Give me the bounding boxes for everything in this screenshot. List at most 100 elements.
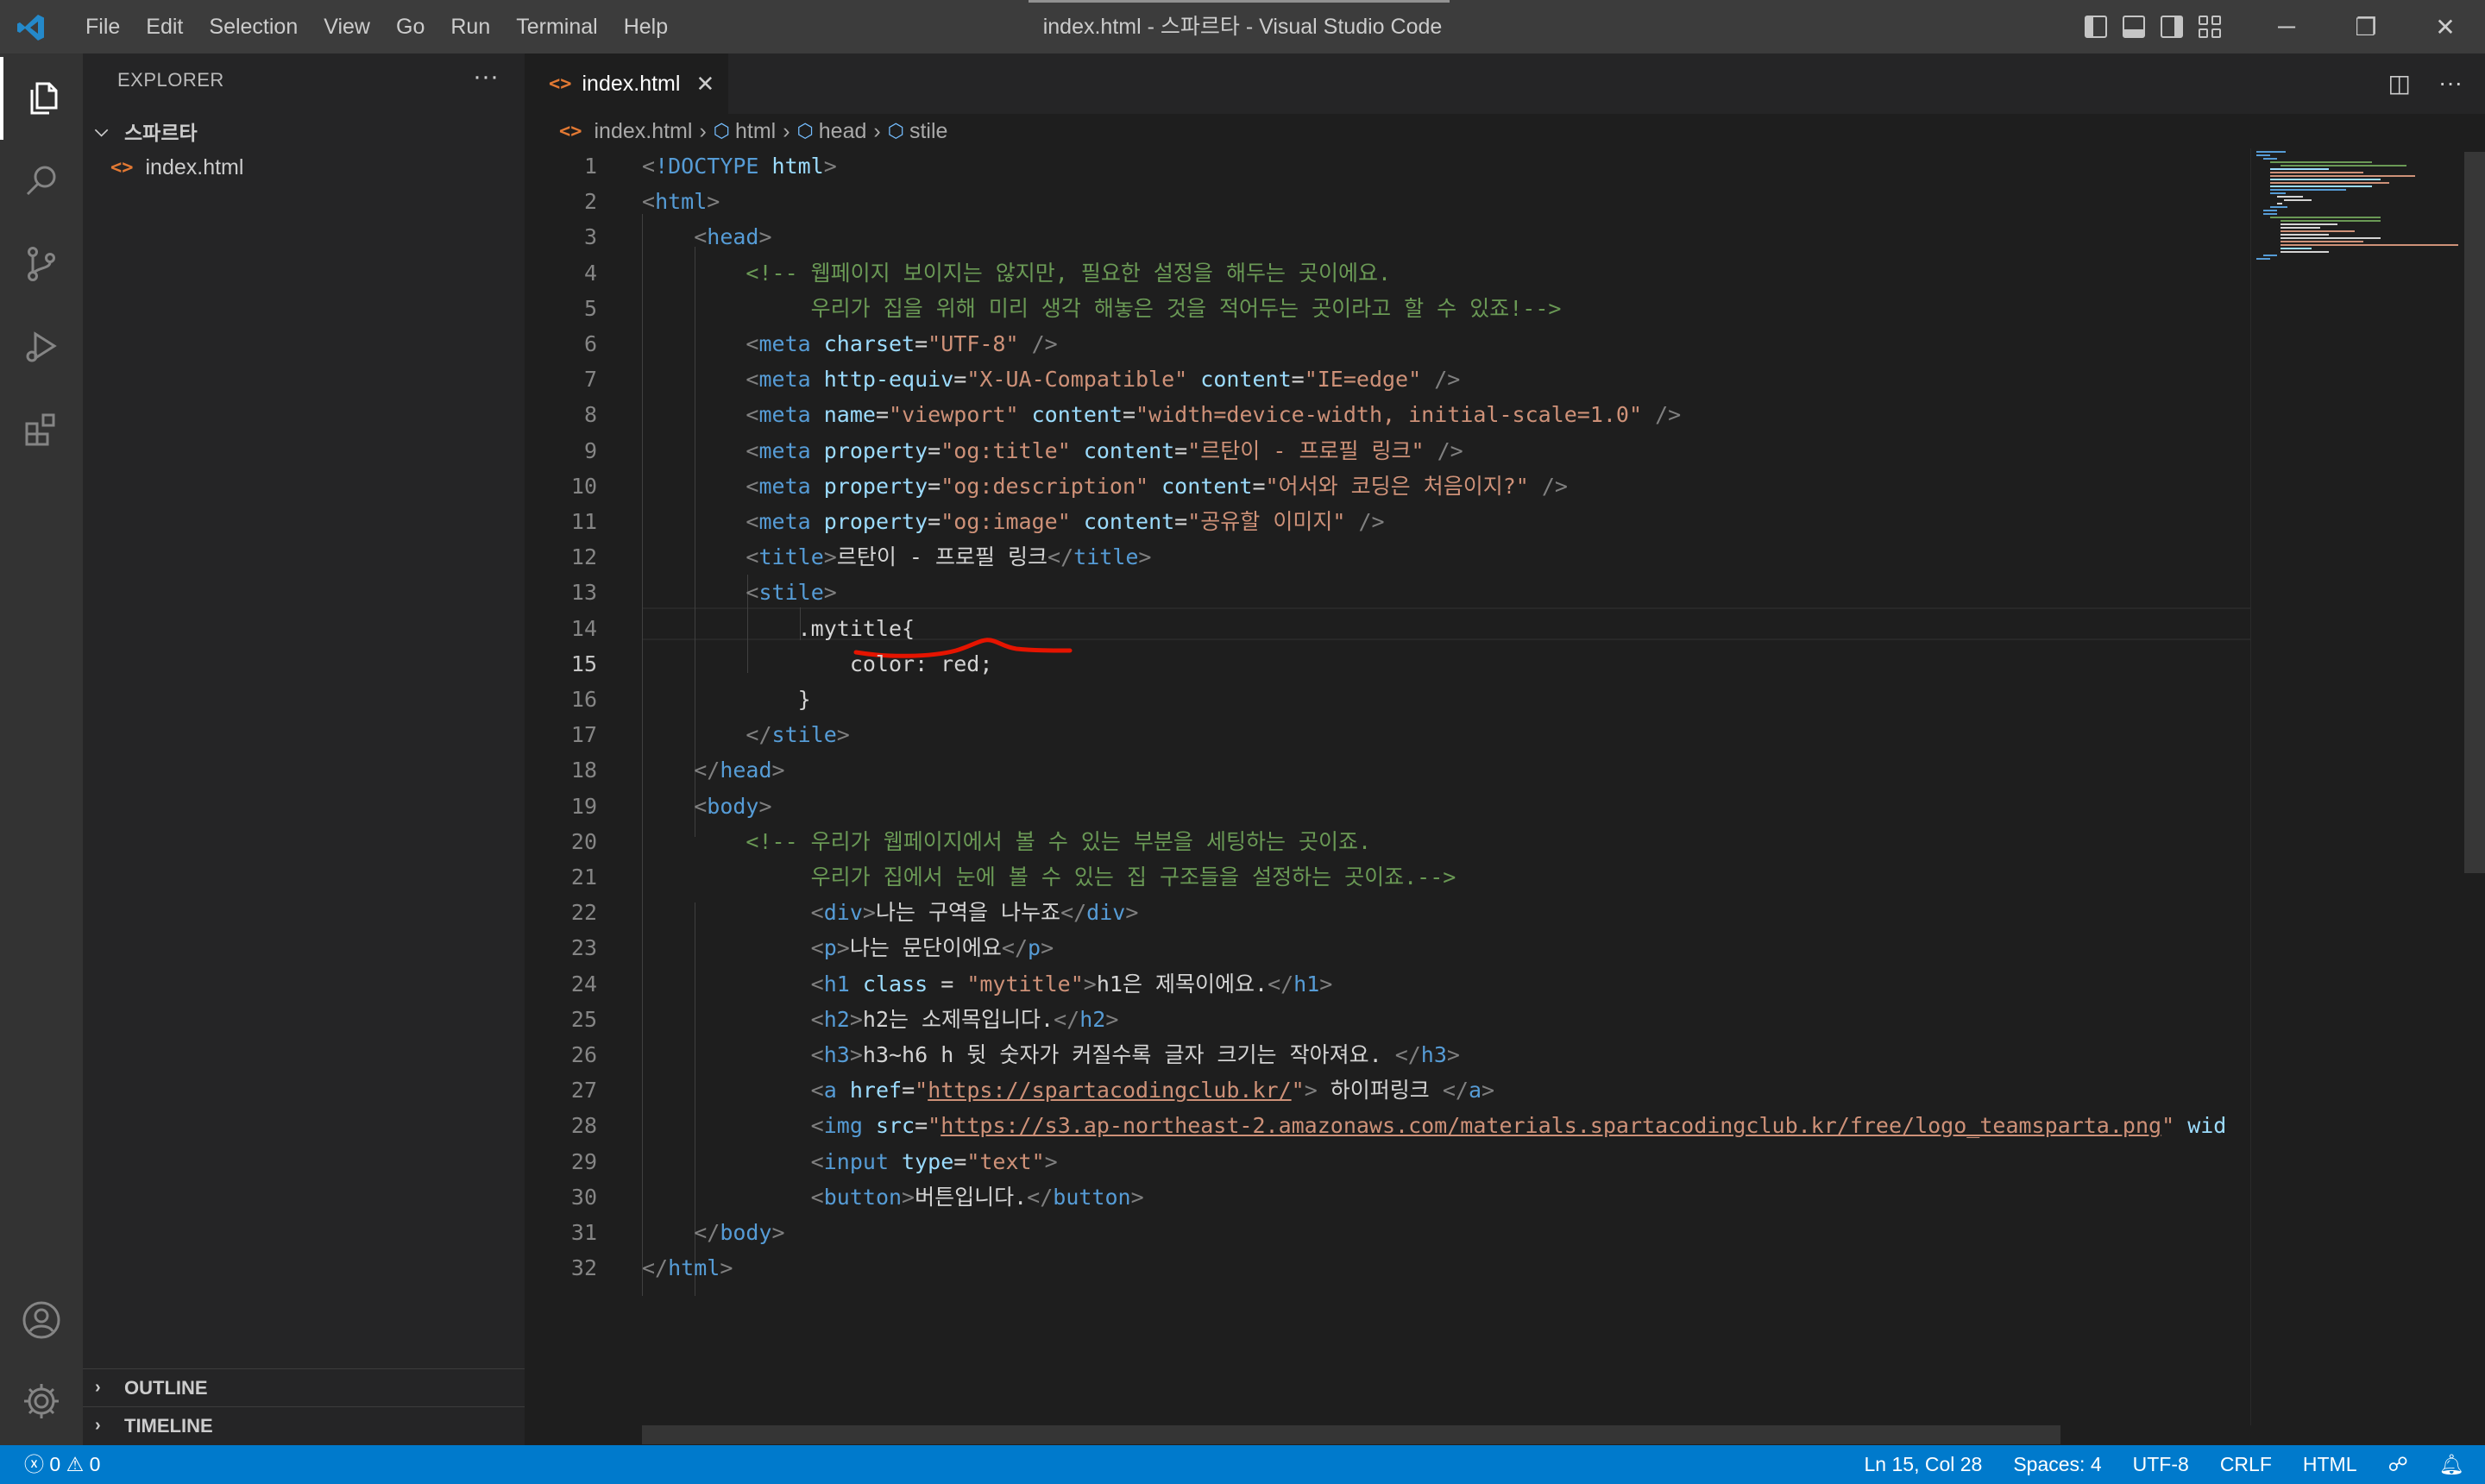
close-icon[interactable]: ✕ — [695, 71, 714, 97]
settings-gear-icon[interactable] — [0, 1360, 83, 1443]
code-text: 우리가 집에서 눈에 볼 수 있는 집 구조들을 설정하는 곳이죠.--> — [642, 861, 1456, 894]
breadcrumb-item[interactable]: html — [735, 119, 776, 144]
code-token: type — [902, 1148, 954, 1174]
code-line[interactable]: 13 <stile> — [525, 576, 2250, 609]
code-line[interactable]: 23 <p>나는 문단이에요</p> — [525, 932, 2250, 965]
more-actions-icon[interactable]: ··· — [2438, 69, 2463, 97]
restore-button[interactable]: ❐ — [2326, 0, 2406, 53]
code-line[interactable]: 17 </stile> — [525, 719, 2250, 751]
menu-help[interactable]: Help — [611, 0, 681, 53]
toggle-panel-icon[interactable] — [2123, 16, 2145, 38]
toggle-primary-sidebar-icon[interactable] — [2085, 16, 2107, 38]
code-token: /> — [1018, 331, 1058, 356]
encoding[interactable]: UTF-8 — [2133, 1453, 2189, 1476]
code-line[interactable]: 20 <!-- 우리가 웹페이지에서 볼 수 있는 부분을 세팅하는 곳이죠. — [525, 826, 2250, 858]
line-ending[interactable]: CRLF — [2220, 1453, 2272, 1476]
menu-go[interactable]: Go — [383, 0, 437, 53]
code-line[interactable]: 9 <meta property="og:title" content="르탄이… — [525, 435, 2250, 468]
breadcrumb-item[interactable]: stile — [909, 119, 947, 144]
notifications-bell-icon[interactable]: 🔔︎ — [2439, 1453, 2464, 1476]
code-line[interactable]: 14 .mytitle{ — [525, 613, 2250, 645]
search-icon[interactable] — [0, 140, 83, 223]
menu-edit[interactable]: Edit — [133, 0, 196, 53]
code-line[interactable]: 18 </head> — [525, 754, 2250, 787]
timeline-section[interactable]: › TIMELINE — [83, 1406, 525, 1444]
code-line[interactable]: 16 } — [525, 683, 2250, 716]
code-line[interactable]: 7 <meta http-equiv="X-UA-Compatible" con… — [525, 363, 2250, 396]
minimize-button[interactable]: ─ — [2247, 0, 2326, 53]
code-line[interactable]: 24 <h1 class = "mytitle">h1은 제목이에요.</h1> — [525, 968, 2250, 1001]
code-token: property — [823, 473, 928, 499]
more-actions-icon[interactable]: ··· — [473, 62, 499, 91]
menu-run[interactable]: Run — [437, 0, 503, 53]
code-line[interactable]: 10 <meta property="og:description" conte… — [525, 470, 2250, 503]
indentation[interactable]: Spaces: 4 — [2013, 1453, 2101, 1476]
line-number: 32 — [570, 1255, 597, 1281]
code-line[interactable]: 25 <h2>h2는 소제목입니다.</h2> — [525, 1003, 2250, 1036]
code-token: a — [1468, 1078, 1482, 1104]
code-line[interactable]: 11 <meta property="og:image" content="공유… — [525, 506, 2250, 538]
code-token: "viewport" — [889, 402, 1019, 428]
code-line[interactable]: 22 <div>나는 구역을 나누죠</div> — [525, 896, 2250, 929]
code-token: </ — [1027, 1184, 1054, 1210]
code-line[interactable]: 15 color: red; — [525, 648, 2250, 681]
code-line[interactable]: 28 <img src="https://s3.ap-northeast-2.a… — [525, 1110, 2250, 1142]
code-line[interactable]: 5 우리가 집을 위해 미리 생각 해놓은 것을 적어두는 곳이라고 할 수 있… — [525, 292, 2250, 325]
code-token: img — [823, 1113, 876, 1139]
explorer-icon[interactable] — [0, 57, 83, 140]
code-line[interactable]: 21 우리가 집에서 눈에 볼 수 있는 집 구조들을 설정하는 곳이죠.--> — [525, 861, 2250, 894]
split-editor-icon[interactable]: ◫ — [2388, 69, 2411, 97]
code-line[interactable]: 29 <input type="text"> — [525, 1146, 2250, 1179]
code-line[interactable]: 12 <title>르탄이 - 프로필 링크</title> — [525, 541, 2250, 574]
breadcrumb: <> index.html › ⬡ html › ⬡ head › ⬡ stil… — [525, 114, 2485, 148]
code-line[interactable]: 2 <html> — [525, 186, 2250, 218]
line-number: 30 — [570, 1184, 597, 1210]
code-editor[interactable]: 1 <!DOCTYPE html> 2 <html> 3 <head> 4 <!-- 웹페… — [525, 148, 2250, 1425]
code-token: } — [642, 687, 811, 712]
menu-terminal[interactable]: Terminal — [503, 0, 610, 53]
menu-selection[interactable]: Selection — [196, 0, 311, 53]
code-token: = — [1291, 367, 1305, 393]
customize-layout-icon[interactable] — [2199, 16, 2221, 38]
vertical-scrollbar[interactable] — [2464, 148, 2485, 1425]
file-item[interactable]: <> index.html — [83, 150, 525, 185]
accounts-icon[interactable] — [0, 1279, 83, 1361]
code-line[interactable]: 19 <body> — [525, 790, 2250, 823]
close-window-button[interactable]: ✕ — [2406, 0, 2485, 53]
minimap[interactable] — [2250, 148, 2464, 1425]
source-control-icon[interactable] — [0, 223, 83, 305]
code-text: <h2>h2는 소제목입니다.</h2> — [642, 1003, 1119, 1036]
code-line[interactable]: 26 <h3>h3~h6 h 뒷 숫자가 커질수록 글자 크기는 작아져요. <… — [525, 1039, 2250, 1072]
code-line[interactable]: 3 <head> — [525, 221, 2250, 254]
horizontal-scrollbar[interactable] — [642, 1425, 2060, 1444]
code-line[interactable]: 8 <meta name="viewport" content="width=d… — [525, 399, 2250, 431]
code-line[interactable]: 27 <a href="https://spartacodingclub.kr/… — [525, 1074, 2250, 1107]
scrollbar-thumb[interactable] — [2464, 152, 2485, 873]
code-line[interactable]: 6 <meta charset="UTF-8" /> — [525, 328, 2250, 361]
code-token: title — [1073, 544, 1139, 570]
run-debug-icon[interactable] — [0, 305, 83, 388]
code-line[interactable]: 4 <!-- 웹페이지 보이지는 않지만, 필요한 설정을 해두는 곳이에요. — [525, 257, 2250, 290]
code-line[interactable]: 31 </body> — [525, 1217, 2250, 1249]
menu-view[interactable]: View — [311, 0, 383, 53]
breadcrumb-item[interactable]: index.html — [595, 119, 693, 144]
language-mode[interactable]: HTML — [2303, 1453, 2357, 1476]
line-number: 6 — [583, 331, 597, 356]
code-line[interactable]: 32 </html> — [525, 1252, 2250, 1285]
folder-row[interactable]: ⌵ 스파르타 — [83, 114, 525, 148]
problems-status[interactable]: ⓧ 0 ⚠ 0 — [24, 1445, 100, 1484]
menu-file[interactable]: File — [72, 0, 133, 53]
extensions-icon[interactable] — [0, 388, 83, 471]
code-line[interactable]: 30 <button>버튼입니다.</button> — [525, 1181, 2250, 1214]
tab-index-html[interactable]: <> index.html ✕ — [525, 53, 728, 114]
code-line[interactable]: 1 <!DOCTYPE html> — [525, 150, 2250, 183]
toggle-secondary-sidebar-icon[interactable] — [2161, 16, 2183, 38]
cursor-position[interactable]: Ln 15, Col 28 — [1865, 1453, 1983, 1476]
outline-section[interactable]: › OUTLINE — [83, 1368, 525, 1406]
breadcrumb-item[interactable]: head — [819, 119, 867, 144]
feedback-icon[interactable]: ☍ — [2388, 1453, 2408, 1476]
